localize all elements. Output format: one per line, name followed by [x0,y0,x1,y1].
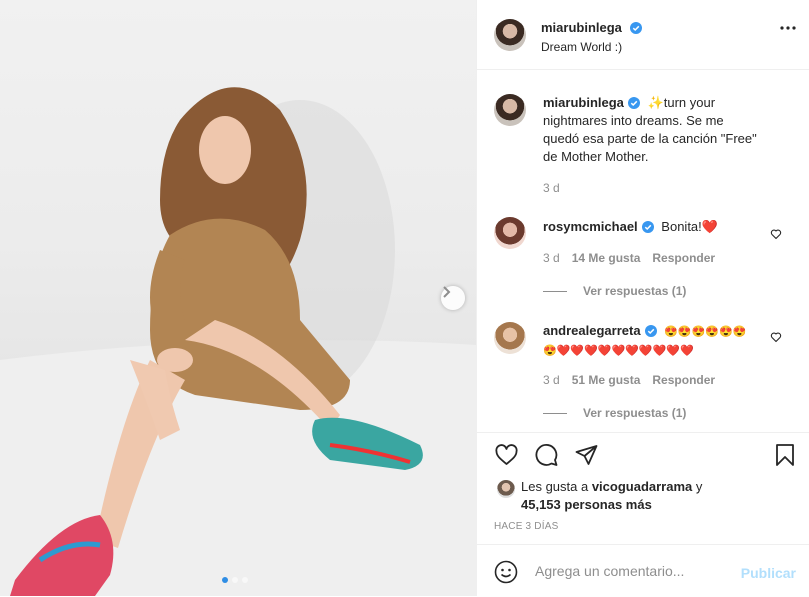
comment-username[interactable]: rosymcmichael [543,219,638,234]
likes-prefix: Les gusta a [521,479,592,494]
comment-avatar[interactable] [494,217,526,249]
comment-icon[interactable] [534,443,559,467]
save-icon[interactable] [774,443,796,467]
comment-composer: Publicar [477,544,809,597]
post-location[interactable]: Dream World :) [541,40,642,54]
verified-icon [627,97,640,109]
comment-likes[interactable]: 51 Me gusta [572,373,641,387]
comment-text: 😍😍😍😍😍😍 [664,326,747,338]
publish-button[interactable]: Publicar [741,565,796,581]
caption-avatar[interactable] [494,94,526,126]
comment-1: rosymcmichael Bonita!❤️ [543,218,718,236]
like-icon[interactable] [494,443,519,467]
more-options-icon[interactable] [780,26,796,30]
emoji-icon[interactable] [494,560,518,584]
verified-icon [641,221,654,233]
share-icon[interactable] [574,443,599,467]
verified-icon [644,325,657,337]
caption-text-4: de Mother Mother. [543,149,649,164]
carousel-dot [222,577,228,583]
post-timestamp[interactable]: HACE 3 DÍAS [494,521,558,532]
comment-avatar[interactable] [494,322,526,354]
comment-meta: 3 d 14 Me gusta Responder [543,251,715,265]
reply-button[interactable]: Responder [652,373,715,387]
view-replies-label: Ver respuestas (1) [583,406,687,420]
likes-count[interactable]: 45,153 personas más [521,497,652,512]
caption-text-1: ✨turn your [647,95,716,110]
actions-divider [477,432,809,433]
caption-username[interactable]: miarubinlega [543,95,624,110]
replies-divider [543,412,567,414]
carousel-indicator [222,577,248,583]
caption: miarubinlega ✨turn your nightmares into … [543,94,793,166]
likes-summary: Les gusta a vicoguadarrama y 45,153 pers… [521,478,702,514]
post-header: miarubinlega Dream World :) [477,0,809,70]
post-panel: miarubinlega Dream World :) miarubinlega… [476,0,809,596]
replies-divider [543,290,567,292]
comment-like-icon[interactable] [770,331,782,343]
reply-button[interactable]: Responder [652,251,715,265]
carousel-dot [232,577,238,583]
carousel-dot [242,577,248,583]
likes-suffix: y [692,479,703,494]
caption-time[interactable]: 3 d [543,181,560,195]
comment-username[interactable]: andrealegarreta [543,323,641,338]
comment-input[interactable] [533,562,737,580]
liker-username[interactable]: vicoguadarrama [592,479,692,494]
comment-time[interactable]: 3 d [543,373,560,387]
view-replies-button[interactable]: Ver respuestas (1) [543,284,686,298]
view-replies-label: Ver respuestas (1) [583,284,687,298]
comment-2: andrealegarreta 😍😍😍😍😍😍 😍❤️❤️❤️❤️❤️❤️❤️❤️… [543,322,758,360]
post-photo[interactable] [0,0,476,596]
comment-meta: 3 d 51 Me gusta Responder [543,373,715,387]
comment-time[interactable]: 3 d [543,251,560,265]
comment-like-icon[interactable] [770,228,782,240]
verified-icon [630,22,643,34]
comment-likes[interactable]: 14 Me gusta [572,251,641,265]
caption-text-3: quedó esa parte de la canción "Free" [543,131,757,146]
comment-text: 😍❤️❤️❤️❤️❤️❤️❤️❤️❤️❤️ [543,345,694,357]
liker-avatar[interactable] [497,480,515,498]
photo-illustration [0,87,476,596]
comment-text: Bonita!❤️ [661,219,718,234]
next-image-button[interactable] [441,286,465,310]
author-username[interactable]: miarubinlega [541,20,622,35]
author-avatar[interactable] [494,19,526,51]
view-replies-button[interactable]: Ver respuestas (1) [543,406,686,420]
next-arrow-icon [443,286,451,298]
caption-text-2: nightmares into dreams. Se me [543,113,724,128]
